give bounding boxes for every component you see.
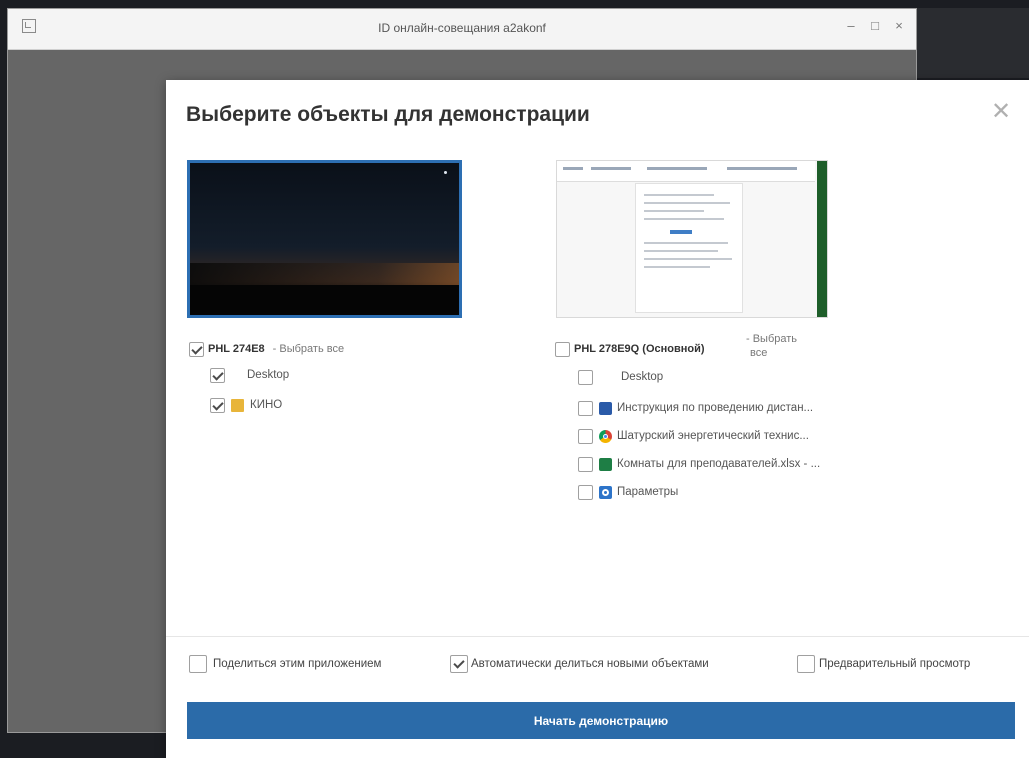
folder-icon: [231, 398, 244, 412]
item-label: Инструкция по проведению дистан...: [617, 402, 814, 414]
document-ribbon: [557, 161, 815, 182]
star: [444, 171, 447, 174]
share-dialog: Выберите объекты для демонстрации ✕ PHL …: [166, 80, 1029, 758]
monitor-2-row: PHL 278E9Q (Основной): [555, 340, 705, 358]
list-item: Инструкция по проведению дистан...: [578, 399, 813, 417]
monitor-1-row: PHL 274E8 - Выбрать все: [189, 340, 344, 358]
monitor-1-thumbnail[interactable]: [187, 160, 462, 318]
preview-label: Предварительный просмотр: [819, 658, 971, 670]
ground: [190, 285, 459, 315]
item-checkbox[interactable]: [578, 484, 593, 500]
monitor-2-select-all[interactable]: - Выбрать все: [746, 332, 797, 360]
monitor-1-select-all[interactable]: - Выбрать все: [273, 343, 344, 355]
item-checkbox[interactable]: [578, 428, 593, 444]
item-checkbox[interactable]: [578, 400, 593, 416]
item-checkbox[interactable]: [578, 369, 593, 385]
item-label: Шатурский энергетический технис...: [617, 430, 809, 442]
monitor-2-thumbnail[interactable]: [556, 160, 828, 318]
preview-option[interactable]: Предварительный просмотр: [797, 655, 970, 673]
auto-share-option[interactable]: Автоматически делиться новыми объектами: [450, 655, 709, 673]
share-app-option[interactable]: Поделиться этим приложением: [189, 655, 381, 673]
start-demo-button[interactable]: Начать демонстрацию: [187, 702, 1015, 739]
item-label: Комнаты для преподавателей.xlsx - ...: [617, 458, 821, 470]
footer-divider: [166, 636, 1029, 637]
share-app-label: Поделиться этим приложением: [213, 658, 382, 670]
item-label: Desktop: [621, 371, 664, 383]
select-all-line1: - Выбрать: [746, 333, 798, 345]
window-controls: – □ ×: [844, 18, 906, 34]
monitor-2-name: PHL 278E9Q (Основной): [574, 343, 705, 355]
item-label: Desktop: [247, 369, 290, 381]
item-checkbox[interactable]: [210, 367, 225, 383]
close-icon[interactable]: ✕: [989, 100, 1013, 124]
settings-icon: [599, 485, 612, 499]
monitor-2-checkbox[interactable]: [555, 341, 570, 357]
item-checkbox[interactable]: [210, 397, 225, 413]
chrome-icon: [599, 429, 612, 443]
word-icon: [599, 401, 612, 415]
title-bar: ID онлайн-совещания a2akonf – □ ×: [8, 9, 916, 50]
document-page: [635, 183, 743, 313]
list-item: Desktop: [210, 366, 289, 384]
share-app-checkbox[interactable]: [189, 655, 207, 673]
auto-share-checkbox[interactable]: [450, 655, 468, 673]
item-label: Параметры: [617, 486, 679, 498]
excel-icon: [599, 457, 612, 471]
list-item: Комнаты для преподавателей.xlsx - ...: [578, 455, 820, 473]
monitor-1-checkbox[interactable]: [189, 341, 204, 357]
list-item: Параметры: [578, 483, 678, 501]
window-title: ID онлайн-совещания a2akonf: [378, 21, 546, 35]
list-item: Шатурский энергетический технис...: [578, 427, 809, 445]
auto-share-label: Автоматически делиться новыми объектами: [471, 658, 709, 670]
monitor-1-name: PHL 274E8: [208, 343, 265, 355]
close-window-button[interactable]: ×: [892, 18, 906, 34]
item-label: КИНО: [250, 399, 283, 411]
select-all-line2: все: [750, 347, 768, 359]
list-item: КИНО: [210, 396, 282, 414]
minimize-button[interactable]: –: [844, 18, 858, 34]
green-sidebar: [817, 161, 827, 317]
list-item: Desktop: [578, 368, 663, 386]
item-checkbox[interactable]: [578, 456, 593, 472]
maximize-button[interactable]: □: [868, 18, 882, 34]
dialog-title: Выберите объекты для демонстрации: [186, 103, 590, 126]
preview-checkbox[interactable]: [797, 655, 815, 673]
background-desktop: [917, 8, 1029, 78]
